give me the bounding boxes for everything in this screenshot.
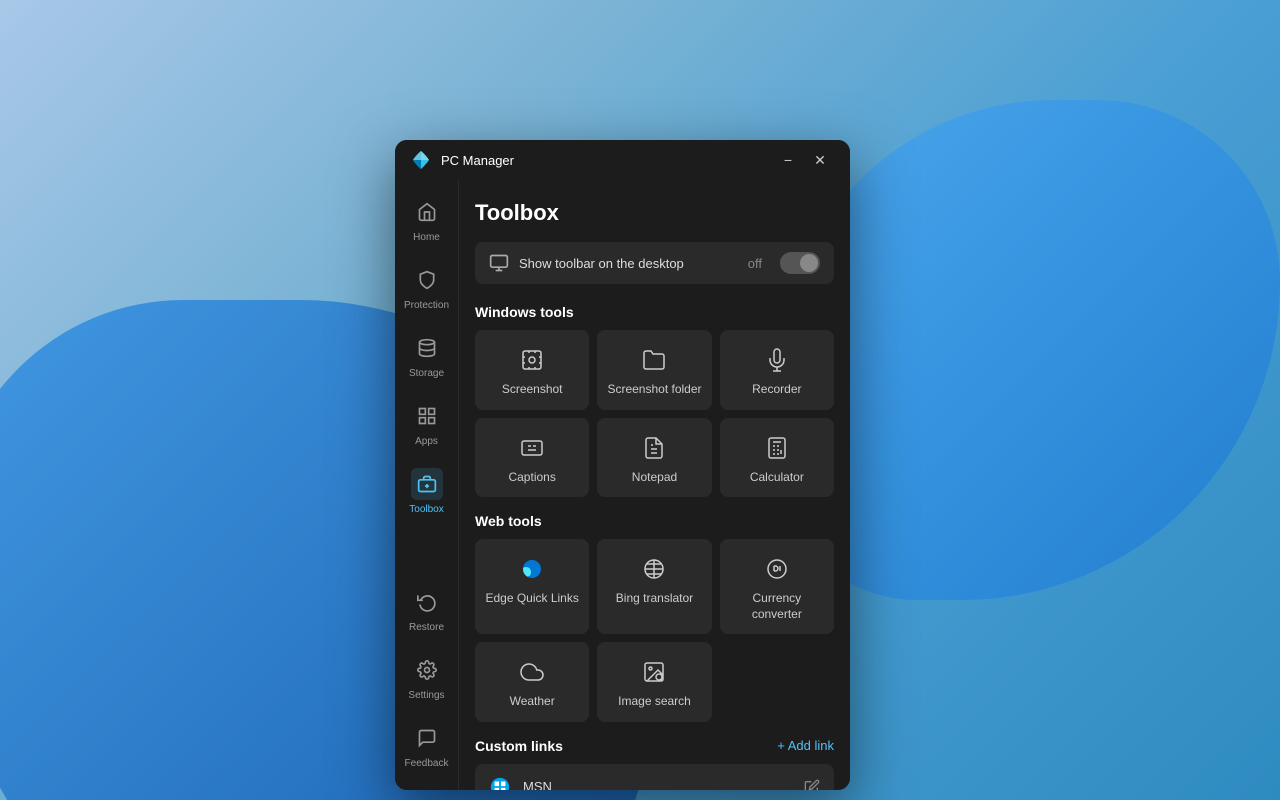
edge-quick-links-tool[interactable]: Edge Quick Links	[475, 539, 589, 634]
app-window: PC Manager − ✕ Home	[395, 140, 850, 790]
bing-translator-icon	[642, 555, 666, 583]
storage-label: Storage	[409, 368, 444, 380]
captions-icon	[520, 434, 544, 462]
web-tools-header: Web tools	[475, 513, 834, 529]
restore-label: Restore	[409, 622, 444, 634]
captions-label: Captions	[508, 470, 555, 486]
toolbar-toggle-label: Show toolbar on the desktop	[519, 256, 738, 271]
sidebar-item-restore[interactable]: Restore	[399, 578, 455, 642]
screenshot-folder-icon	[642, 346, 666, 374]
notepad-label: Notepad	[632, 470, 677, 486]
apps-icon	[411, 400, 443, 432]
add-link-button[interactable]: + Add link	[777, 738, 834, 753]
sidebar-item-feedback[interactable]: Feedback	[399, 714, 455, 778]
recorder-label: Recorder	[752, 382, 801, 398]
currency-converter-tool[interactable]: Currency converter	[720, 539, 834, 634]
protection-label: Protection	[404, 300, 449, 312]
apps-label: Apps	[415, 436, 438, 448]
minimize-button[interactable]: −	[774, 146, 802, 174]
msn-icon	[489, 776, 511, 790]
toolbar-icon	[489, 253, 509, 273]
edge-icon	[520, 555, 544, 583]
web-tools-row1: Edge Quick Links Bing translator	[475, 539, 834, 634]
title-bar: PC Manager − ✕	[395, 140, 850, 180]
calculator-icon	[765, 434, 789, 462]
msn-edit-button[interactable]	[804, 779, 820, 790]
page-title: Toolbox	[475, 200, 834, 226]
web-tools-row2: Weather Image search	[475, 642, 834, 722]
settings-label: Settings	[408, 690, 444, 702]
sidebar-item-home[interactable]: Home	[399, 188, 455, 252]
recorder-icon	[765, 346, 789, 374]
storage-icon	[411, 332, 443, 364]
msn-row: MSN	[475, 764, 834, 790]
currency-converter-icon	[765, 555, 789, 583]
app-title: PC Manager	[441, 153, 774, 168]
screenshot-tool[interactable]: Screenshot	[475, 330, 589, 410]
feedback-label: Feedback	[405, 758, 449, 770]
edge-quick-links-label: Edge Quick Links	[485, 591, 578, 607]
screenshot-label: Screenshot	[502, 382, 563, 398]
toggle-state-text: off	[748, 256, 762, 271]
image-search-label: Image search	[618, 694, 691, 710]
calculator-tool[interactable]: Calculator	[720, 418, 834, 498]
sidebar-item-toolbox[interactable]: Toolbox	[399, 460, 455, 524]
window-controls: − ✕	[774, 146, 834, 174]
sidebar-item-storage[interactable]: Storage	[399, 324, 455, 388]
weather-label: Weather	[510, 694, 555, 710]
close-button[interactable]: ✕	[806, 146, 834, 174]
toolbar-toggle-switch[interactable]	[780, 252, 820, 274]
toolbox-label: Toolbox	[409, 504, 443, 516]
home-icon	[411, 196, 443, 228]
custom-links-title: Custom links	[475, 738, 563, 754]
content-area: Toolbox Show toolbar on the desktop off …	[459, 180, 850, 790]
image-search-tool[interactable]: Image search	[597, 642, 711, 722]
calculator-label: Calculator	[750, 470, 804, 486]
screenshot-icon	[520, 346, 544, 374]
settings-icon	[411, 654, 443, 686]
captions-tool[interactable]: Captions	[475, 418, 589, 498]
msn-label: MSN	[523, 779, 792, 790]
protection-icon	[411, 264, 443, 296]
weather-tool[interactable]: Weather	[475, 642, 589, 722]
windows-tools-grid: Screenshot Screenshot folder	[475, 330, 834, 497]
feedback-icon	[411, 722, 443, 754]
toolbar-toggle-row: Show toolbar on the desktop off	[475, 242, 834, 284]
recorder-tool[interactable]: Recorder	[720, 330, 834, 410]
app-logo	[411, 150, 431, 170]
restore-icon	[411, 586, 443, 618]
main-layout: Home Protection	[395, 180, 850, 790]
screenshot-folder-tool[interactable]: Screenshot folder	[597, 330, 711, 410]
home-label: Home	[413, 232, 440, 244]
weather-icon	[520, 658, 544, 686]
notepad-icon	[642, 434, 666, 462]
bing-translator-tool[interactable]: Bing translator	[597, 539, 711, 634]
sidebar-item-apps[interactable]: Apps	[399, 392, 455, 456]
bing-translator-label: Bing translator	[616, 591, 693, 607]
notepad-tool[interactable]: Notepad	[597, 418, 711, 498]
image-search-icon	[642, 658, 666, 686]
screenshot-folder-label: Screenshot folder	[607, 382, 701, 398]
sidebar-item-protection[interactable]: Protection	[399, 256, 455, 320]
sidebar: Home Protection	[395, 180, 459, 790]
custom-links-header: Custom links + Add link	[475, 738, 834, 754]
currency-converter-label: Currency converter	[728, 591, 826, 622]
windows-tools-header: Windows tools	[475, 304, 834, 320]
toolbox-icon	[411, 468, 443, 500]
sidebar-item-settings[interactable]: Settings	[399, 646, 455, 710]
